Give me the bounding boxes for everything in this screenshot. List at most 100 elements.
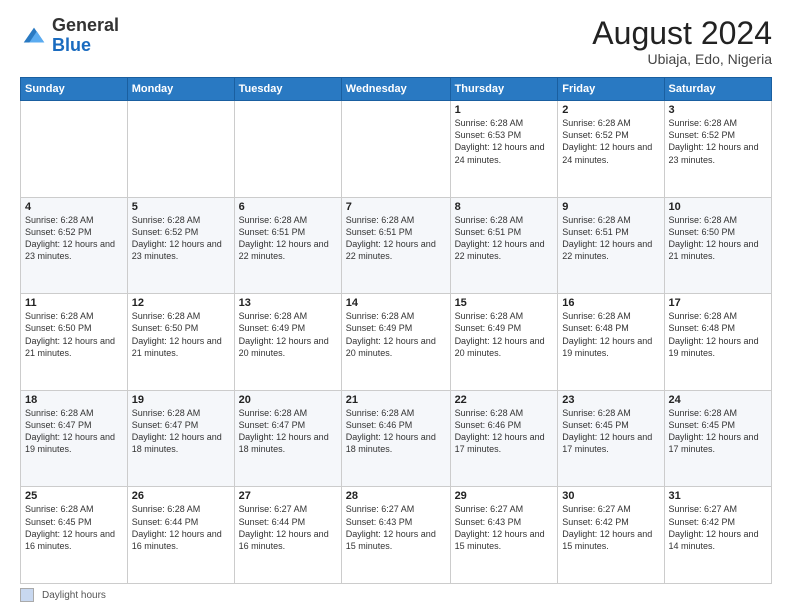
day-of-week-header: Thursday: [450, 78, 558, 101]
day-info: Sunrise: 6:27 AM Sunset: 6:42 PM Dayligh…: [562, 503, 659, 552]
day-info: Sunrise: 6:28 AM Sunset: 6:50 PM Dayligh…: [669, 214, 767, 263]
day-info: Sunrise: 6:28 AM Sunset: 6:50 PM Dayligh…: [25, 310, 123, 359]
day-number: 6: [239, 201, 337, 213]
day-number: 11: [25, 297, 123, 309]
calendar-cell: 26Sunrise: 6:28 AM Sunset: 6:44 PM Dayli…: [127, 487, 234, 584]
day-number: 10: [669, 201, 767, 213]
logo-blue: Blue: [52, 35, 91, 55]
calendar-cell: 6Sunrise: 6:28 AM Sunset: 6:51 PM Daylig…: [234, 197, 341, 294]
title-area: August 2024 Ubiaja, Edo, Nigeria: [592, 16, 772, 67]
day-info: Sunrise: 6:28 AM Sunset: 6:48 PM Dayligh…: [562, 310, 659, 359]
day-number: 20: [239, 394, 337, 406]
day-info: Sunrise: 6:28 AM Sunset: 6:53 PM Dayligh…: [455, 117, 554, 166]
calendar-cell: 4Sunrise: 6:28 AM Sunset: 6:52 PM Daylig…: [21, 197, 128, 294]
calendar-cell: 14Sunrise: 6:28 AM Sunset: 6:49 PM Dayli…: [341, 294, 450, 391]
day-info: Sunrise: 6:28 AM Sunset: 6:52 PM Dayligh…: [669, 117, 767, 166]
day-info: Sunrise: 6:27 AM Sunset: 6:43 PM Dayligh…: [455, 503, 554, 552]
calendar-cell: 25Sunrise: 6:28 AM Sunset: 6:45 PM Dayli…: [21, 487, 128, 584]
calendar-cell: 19Sunrise: 6:28 AM Sunset: 6:47 PM Dayli…: [127, 390, 234, 487]
day-number: 19: [132, 394, 230, 406]
calendar-cell: 7Sunrise: 6:28 AM Sunset: 6:51 PM Daylig…: [341, 197, 450, 294]
day-number: 22: [455, 394, 554, 406]
calendar-cell: 2Sunrise: 6:28 AM Sunset: 6:52 PM Daylig…: [558, 101, 664, 198]
logo-general: General: [52, 15, 119, 35]
day-number: 2: [562, 104, 659, 116]
calendar-cell: 13Sunrise: 6:28 AM Sunset: 6:49 PM Dayli…: [234, 294, 341, 391]
daylight-label: Daylight hours: [42, 590, 106, 601]
calendar-cell: 28Sunrise: 6:27 AM Sunset: 6:43 PM Dayli…: [341, 487, 450, 584]
day-number: 15: [455, 297, 554, 309]
day-info: Sunrise: 6:27 AM Sunset: 6:44 PM Dayligh…: [239, 503, 337, 552]
calendar-cell: 27Sunrise: 6:27 AM Sunset: 6:44 PM Dayli…: [234, 487, 341, 584]
day-info: Sunrise: 6:28 AM Sunset: 6:45 PM Dayligh…: [669, 407, 767, 456]
day-info: Sunrise: 6:28 AM Sunset: 6:49 PM Dayligh…: [239, 310, 337, 359]
day-number: 23: [562, 394, 659, 406]
calendar-cell: 1Sunrise: 6:28 AM Sunset: 6:53 PM Daylig…: [450, 101, 558, 198]
logo-text: General Blue: [52, 16, 119, 56]
calendar-cell: 10Sunrise: 6:28 AM Sunset: 6:50 PM Dayli…: [664, 197, 771, 294]
day-info: Sunrise: 6:28 AM Sunset: 6:47 PM Dayligh…: [25, 407, 123, 456]
calendar-cell: 9Sunrise: 6:28 AM Sunset: 6:51 PM Daylig…: [558, 197, 664, 294]
calendar-cell: [234, 101, 341, 198]
day-info: Sunrise: 6:28 AM Sunset: 6:44 PM Dayligh…: [132, 503, 230, 552]
calendar-cell: 20Sunrise: 6:28 AM Sunset: 6:47 PM Dayli…: [234, 390, 341, 487]
calendar-cell: 16Sunrise: 6:28 AM Sunset: 6:48 PM Dayli…: [558, 294, 664, 391]
calendar-cell: 29Sunrise: 6:27 AM Sunset: 6:43 PM Dayli…: [450, 487, 558, 584]
calendar-cell: 18Sunrise: 6:28 AM Sunset: 6:47 PM Dayli…: [21, 390, 128, 487]
calendar-cell: 11Sunrise: 6:28 AM Sunset: 6:50 PM Dayli…: [21, 294, 128, 391]
day-info: Sunrise: 6:28 AM Sunset: 6:51 PM Dayligh…: [346, 214, 446, 263]
calendar-table: SundayMondayTuesdayWednesdayThursdayFrid…: [20, 77, 772, 584]
day-info: Sunrise: 6:28 AM Sunset: 6:45 PM Dayligh…: [562, 407, 659, 456]
day-number: 4: [25, 201, 123, 213]
calendar-cell: 15Sunrise: 6:28 AM Sunset: 6:49 PM Dayli…: [450, 294, 558, 391]
page: General Blue August 2024 Ubiaja, Edo, Ni…: [0, 0, 792, 612]
day-number: 18: [25, 394, 123, 406]
location: Ubiaja, Edo, Nigeria: [592, 51, 772, 67]
day-info: Sunrise: 6:28 AM Sunset: 6:46 PM Dayligh…: [346, 407, 446, 456]
calendar-cell: 21Sunrise: 6:28 AM Sunset: 6:46 PM Dayli…: [341, 390, 450, 487]
daylight-box: [20, 588, 34, 602]
day-number: 1: [455, 104, 554, 116]
day-number: 3: [669, 104, 767, 116]
calendar-cell: 17Sunrise: 6:28 AM Sunset: 6:48 PM Dayli…: [664, 294, 771, 391]
day-info: Sunrise: 6:28 AM Sunset: 6:51 PM Dayligh…: [455, 214, 554, 263]
calendar-cell: [21, 101, 128, 198]
calendar-cell: [341, 101, 450, 198]
day-number: 30: [562, 490, 659, 502]
header: General Blue August 2024 Ubiaja, Edo, Ni…: [20, 16, 772, 67]
day-info: Sunrise: 6:28 AM Sunset: 6:52 PM Dayligh…: [25, 214, 123, 263]
day-number: 17: [669, 297, 767, 309]
day-info: Sunrise: 6:28 AM Sunset: 6:45 PM Dayligh…: [25, 503, 123, 552]
day-info: Sunrise: 6:28 AM Sunset: 6:49 PM Dayligh…: [346, 310, 446, 359]
day-info: Sunrise: 6:28 AM Sunset: 6:47 PM Dayligh…: [132, 407, 230, 456]
day-number: 25: [25, 490, 123, 502]
logo-icon: [20, 22, 48, 50]
day-number: 8: [455, 201, 554, 213]
footer: Daylight hours: [20, 588, 772, 602]
day-number: 31: [669, 490, 767, 502]
day-info: Sunrise: 6:28 AM Sunset: 6:52 PM Dayligh…: [132, 214, 230, 263]
day-number: 14: [346, 297, 446, 309]
day-info: Sunrise: 6:27 AM Sunset: 6:42 PM Dayligh…: [669, 503, 767, 552]
day-number: 16: [562, 297, 659, 309]
day-of-week-header: Sunday: [21, 78, 128, 101]
day-info: Sunrise: 6:27 AM Sunset: 6:43 PM Dayligh…: [346, 503, 446, 552]
day-number: 26: [132, 490, 230, 502]
month-year: August 2024: [592, 16, 772, 51]
calendar-cell: 30Sunrise: 6:27 AM Sunset: 6:42 PM Dayli…: [558, 487, 664, 584]
calendar-cell: 24Sunrise: 6:28 AM Sunset: 6:45 PM Dayli…: [664, 390, 771, 487]
day-of-week-header: Wednesday: [341, 78, 450, 101]
calendar-cell: 23Sunrise: 6:28 AM Sunset: 6:45 PM Dayli…: [558, 390, 664, 487]
day-number: 28: [346, 490, 446, 502]
day-number: 13: [239, 297, 337, 309]
day-number: 5: [132, 201, 230, 213]
day-number: 29: [455, 490, 554, 502]
day-info: Sunrise: 6:28 AM Sunset: 6:49 PM Dayligh…: [455, 310, 554, 359]
calendar-cell: 31Sunrise: 6:27 AM Sunset: 6:42 PM Dayli…: [664, 487, 771, 584]
day-number: 27: [239, 490, 337, 502]
day-of-week-header: Tuesday: [234, 78, 341, 101]
day-number: 9: [562, 201, 659, 213]
calendar-cell: 3Sunrise: 6:28 AM Sunset: 6:52 PM Daylig…: [664, 101, 771, 198]
day-number: 7: [346, 201, 446, 213]
calendar-cell: 22Sunrise: 6:28 AM Sunset: 6:46 PM Dayli…: [450, 390, 558, 487]
